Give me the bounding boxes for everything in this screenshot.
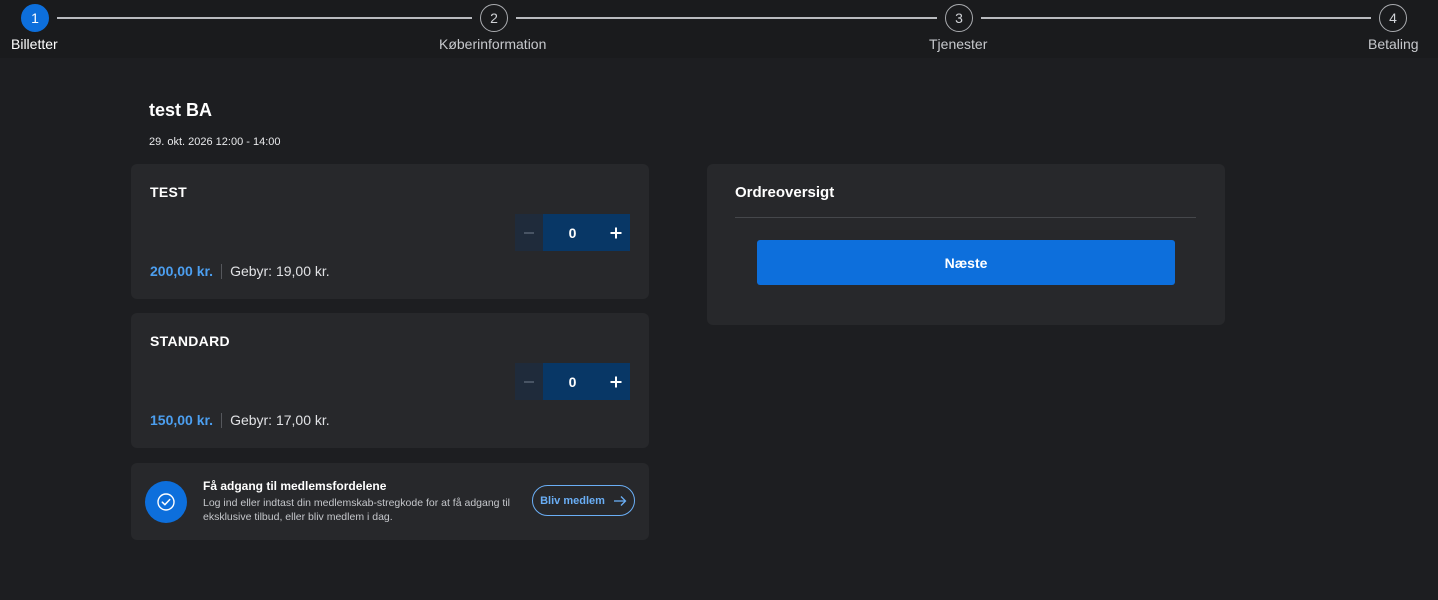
step-3-indicator[interactable]: 3 [945,4,973,32]
quantity-value: 0 [543,214,602,251]
step-connector [516,17,937,19]
next-button[interactable]: Næste [757,240,1175,285]
minus-icon [524,380,534,383]
check-circle-icon [145,481,187,523]
checkout-stepper: 1 2 3 4 Billetter Køberinformation Tjene… [0,0,1438,58]
minus-icon [524,231,534,234]
increase-quantity-button[interactable] [602,363,630,400]
step-3-label: Tjenester [929,36,988,52]
step-4-indicator[interactable]: 4 [1379,4,1407,32]
order-overview: Ordreoversigt Næste [707,164,1225,325]
ticket-fee: Gebyr: 17,00 kr. [230,412,330,428]
divider [735,217,1196,218]
step-1-label: Billetter [11,36,58,52]
ticket-card-standard: STANDARD 0 150,00 kr. Gebyr: 17,00 kr. [131,313,649,448]
ticket-fee: Gebyr: 19,00 kr. [230,263,330,279]
ticket-name: STANDARD [150,333,230,349]
membership-title: Få adgang til medlemsfordelene [203,479,387,493]
ticket-price: 200,00 kr. [150,263,214,279]
quantity-stepper: 0 [515,363,630,400]
price-row: 150,00 kr. Gebyr: 17,00 kr. [150,412,330,428]
step-1-indicator[interactable]: 1 [21,4,49,32]
price-row: 200,00 kr. Gebyr: 19,00 kr. [150,263,330,279]
decrease-quantity-button[interactable] [515,363,543,400]
step-connector [981,17,1371,19]
order-overview-title: Ordreoversigt [735,184,835,201]
membership-banner: Få adgang til medlemsfordelene Log ind e… [131,463,649,540]
ticket-card-test: TEST 0 200,00 kr. Gebyr: 19,00 kr. [131,164,649,299]
become-member-label: Bliv medlem [540,494,605,507]
quantity-value: 0 [543,363,602,400]
divider [221,263,223,279]
step-2-label: Køberinformation [439,36,547,52]
divider [221,412,223,428]
plus-icon [610,376,622,387]
increase-quantity-button[interactable] [602,214,630,251]
step-connector [57,17,472,19]
quantity-stepper: 0 [515,214,630,251]
step-2-indicator[interactable]: 2 [480,4,508,32]
event-title: test BA [149,100,213,120]
step-4-label: Betaling [1368,36,1419,52]
plus-icon [610,227,622,238]
become-member-button[interactable]: Bliv medlem [532,485,635,516]
ticket-name: TEST [150,184,187,200]
ticket-price: 150,00 kr. [150,412,214,428]
membership-description: Log ind eller indtast din medlemskab-str… [203,497,511,523]
arrow-right-icon [613,495,627,506]
decrease-quantity-button[interactable] [515,214,543,251]
event-date: 29. okt. 2026 12:00 - 14:00 [149,136,281,148]
